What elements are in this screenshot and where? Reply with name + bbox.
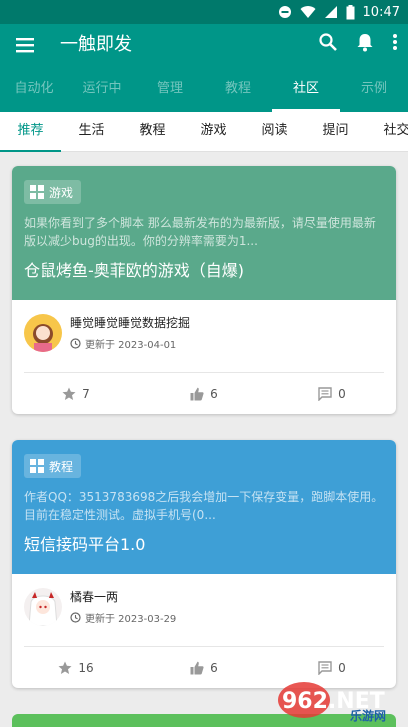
stats-row: 7 6 0 — [12, 374, 396, 414]
category-tag-label: 教程 — [49, 459, 74, 474]
search-icon[interactable] — [318, 32, 338, 52]
watermark-logo: 962.NET 乐游网 — [278, 682, 386, 722]
menu-icon[interactable] — [14, 34, 36, 56]
thumb-up-icon — [190, 661, 204, 675]
script-card[interactable]: 教程 作者QQ：3513783698之后我会增加一下保存变量，跑脚本使用。目前在… — [12, 440, 396, 688]
app-bar: 一触即发 — [0, 24, 408, 66]
clock-text: 10:47 — [362, 4, 400, 20]
status-icons: 10:47 — [278, 0, 400, 24]
bell-icon[interactable] — [356, 32, 374, 52]
avatar[interactable] — [24, 314, 62, 352]
category-tab-reading[interactable]: 阅读 — [244, 112, 305, 151]
script-card[interactable]: 游戏 如果你看到了多个脚本 那么最新发布的为最新版，请尽量使用最新版以减少bug… — [12, 166, 396, 414]
update-date-text: 更新于 2023-03-29 — [85, 614, 177, 625]
comment-count: 0 — [338, 661, 346, 675]
clock-icon — [70, 612, 81, 623]
tab-examples[interactable]: 示例 — [340, 66, 408, 112]
do-not-disturb-icon — [278, 6, 291, 18]
author-row[interactable]: 橘春一两 更新于 2023-03-29 — [12, 574, 396, 648]
app-actions — [318, 32, 398, 52]
star-stat[interactable]: 7 — [12, 374, 140, 414]
update-date: 更新于 2023-03-29 — [70, 610, 176, 625]
category-tab-games[interactable]: 游戏 — [183, 112, 244, 151]
star-stat[interactable]: 16 — [12, 648, 140, 688]
card-header[interactable]: 游戏 如果你看到了多个脚本 那么最新发布的为最新版，请尽量使用最新版以减少bug… — [12, 166, 396, 300]
tab-running[interactable]: 运行中 — [68, 66, 136, 112]
divider — [24, 372, 384, 373]
category-tag: 教程 — [24, 454, 82, 478]
signal-icon — [324, 6, 337, 18]
card-title: 短信接码平台1.0 — [24, 535, 146, 554]
category-tab-tutorial[interactable]: 教程 — [122, 112, 183, 151]
clock-icon — [70, 338, 81, 349]
battery-icon — [346, 4, 355, 19]
star-count: 16 — [78, 661, 94, 675]
comment-stat[interactable]: 0 — [268, 374, 396, 414]
watermark-subtext: 乐游网 — [350, 708, 386, 722]
grid-icon — [30, 459, 44, 473]
comment-icon — [318, 387, 332, 401]
tab-automation[interactable]: 自动化 — [0, 66, 68, 112]
author-name: 睡觉睡觉睡觉数据挖掘 — [70, 316, 191, 330]
app-title: 一触即发 — [60, 34, 132, 55]
more-vert-icon[interactable] — [392, 32, 398, 52]
category-tab-questions[interactable]: 提问 — [305, 112, 366, 151]
author-row[interactable]: 睡觉睡觉睡觉数据挖掘 更新于 2023-04-01 — [12, 300, 396, 374]
author-name: 橘春一两 — [70, 590, 119, 604]
category-tab-bar: 推荐 生活 教程 游戏 阅读 提问 社交 — [0, 112, 408, 152]
category-tab-recommended[interactable]: 推荐 — [0, 112, 61, 152]
category-tag-label: 游戏 — [49, 185, 74, 200]
update-date-text: 更新于 2023-04-01 — [85, 340, 177, 351]
card-title: 仓鼠烤鱼-奥菲欧的游戏（自爆) — [24, 261, 245, 280]
card-description: 如果你看到了多个脚本 那么最新发布的为最新版，请尽量使用最新版以减少bug的出现… — [24, 216, 376, 248]
thumb-up-icon — [190, 387, 204, 401]
card-header[interactable]: 教程 作者QQ：3513783698之后我会增加一下保存变量，跑脚本使用。目前在… — [12, 440, 396, 574]
star-icon — [58, 661, 72, 674]
update-date: 更新于 2023-04-01 — [70, 336, 176, 351]
like-stat[interactable]: 6 — [140, 648, 268, 688]
like-count: 6 — [210, 387, 218, 401]
category-tab-life[interactable]: 生活 — [61, 112, 122, 151]
status-bar: 10:47 — [0, 0, 408, 24]
grid-icon — [30, 185, 44, 199]
like-stat[interactable]: 6 — [140, 374, 268, 414]
tab-community[interactable]: 社区 — [272, 66, 340, 112]
tab-manage[interactable]: 管理 — [136, 66, 204, 112]
category-tab-social[interactable]: 社交 — [366, 112, 408, 151]
comment-count: 0 — [338, 387, 346, 401]
card-description: 作者QQ：3513783698之后我会增加一下保存变量，跑脚本使用。目前在稳定性… — [24, 490, 384, 522]
star-icon — [62, 387, 76, 400]
like-count: 6 — [210, 661, 218, 675]
category-tag: 游戏 — [24, 180, 82, 204]
divider — [24, 646, 384, 647]
star-count: 7 — [82, 387, 90, 401]
avatar[interactable] — [24, 588, 62, 626]
tab-tutorial[interactable]: 教程 — [204, 66, 272, 112]
comment-icon — [318, 661, 332, 675]
wifi-icon — [300, 6, 316, 19]
top-tab-bar: 自动化 运行中 管理 教程 社区 示例 — [0, 66, 408, 112]
